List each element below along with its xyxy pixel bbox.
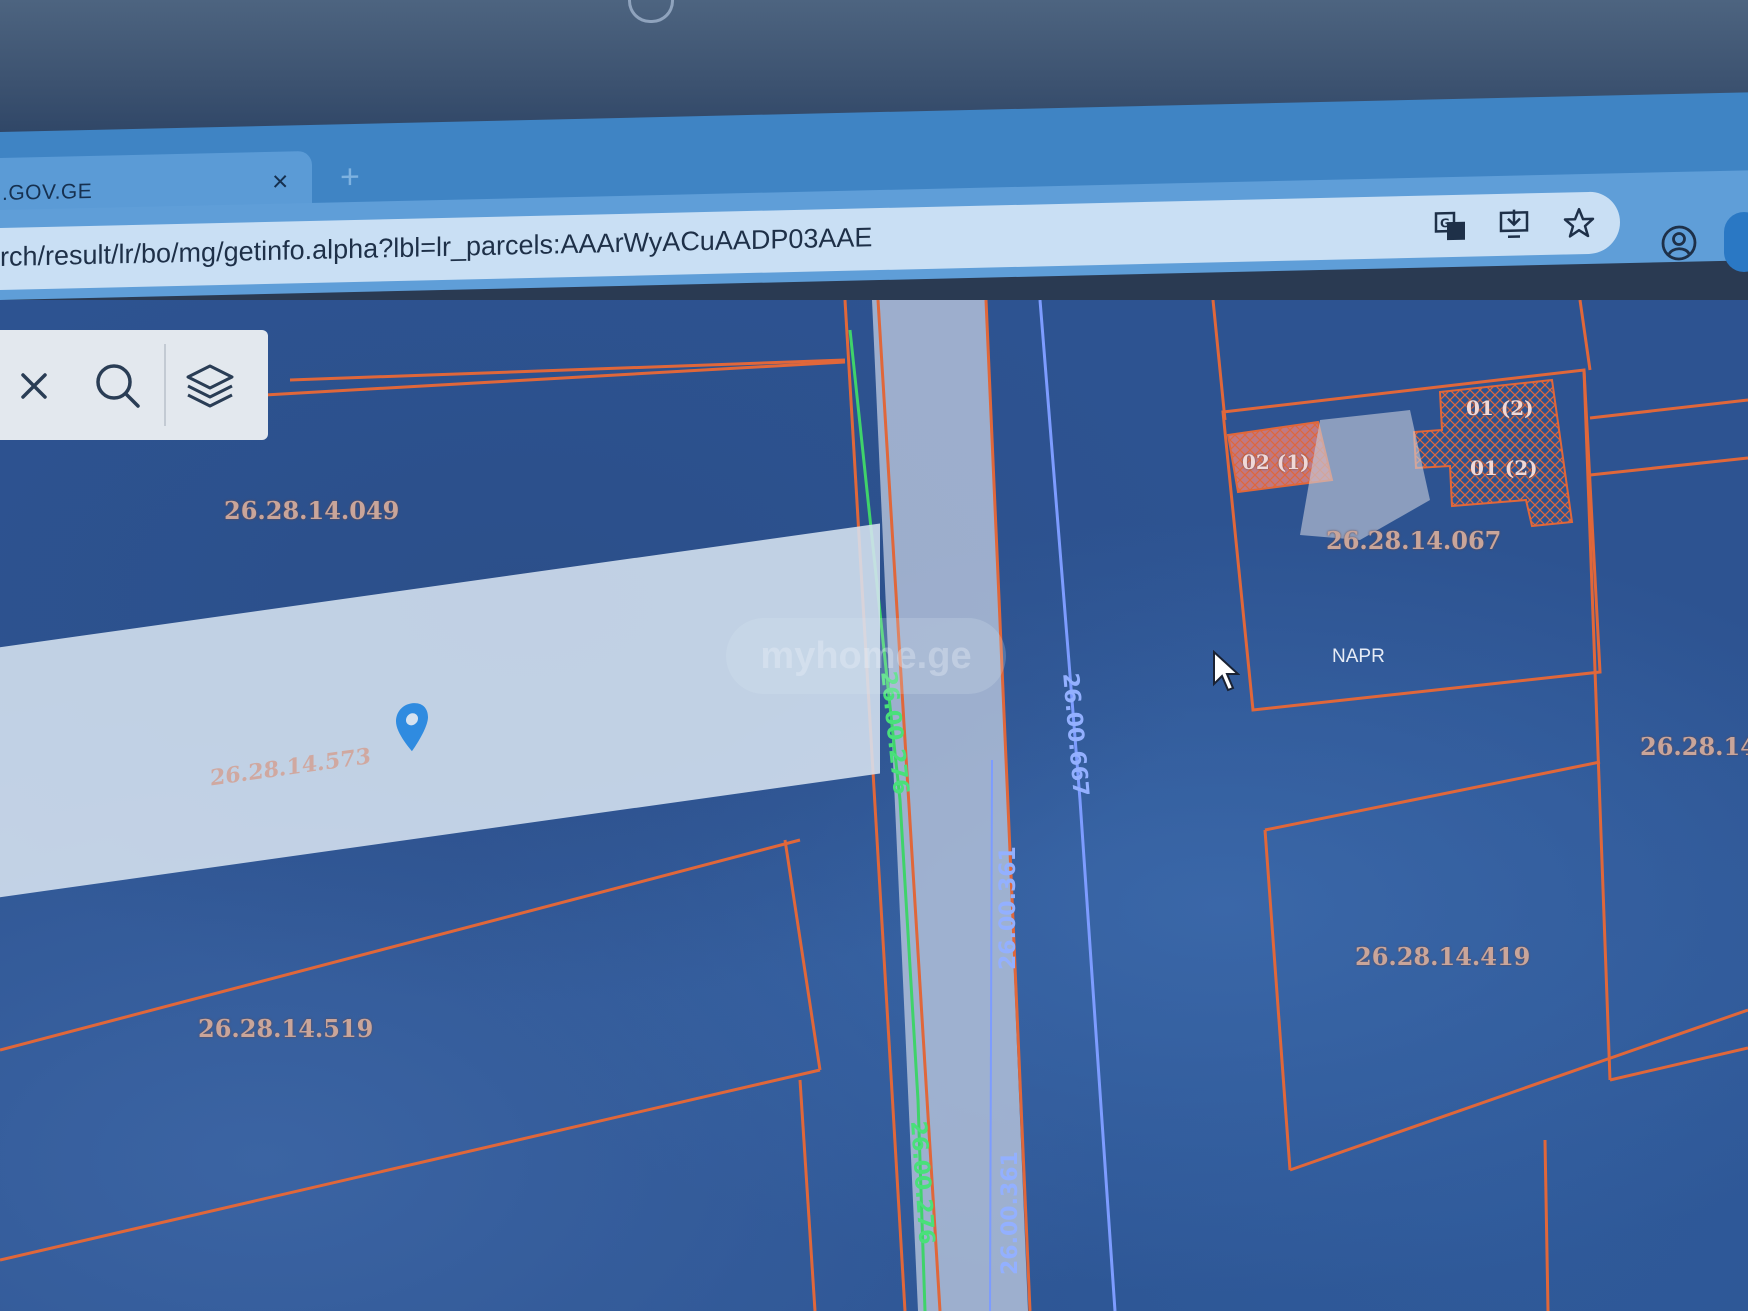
- translate-icon[interactable]: G: [1434, 209, 1468, 244]
- parcel-border: [1264, 760, 1601, 832]
- webcam: [628, 0, 674, 23]
- cadastral-map[interactable]: 26.28.14.049 26.28.14.067 26.28.14.519 2…: [0, 300, 1748, 1311]
- parcel-border: [1543, 1139, 1550, 1311]
- parcel-border: [1211, 300, 1227, 421]
- parcel-border: [1589, 398, 1748, 420]
- parcel-border: [1578, 300, 1592, 371]
- search-icon[interactable]: [92, 360, 144, 412]
- parcel-border: [1582, 369, 1612, 1081]
- profile-icon[interactable]: [1660, 224, 1698, 263]
- building-label-02: 02 (1): [1242, 450, 1310, 474]
- popup-parcel-code: 26.28.14.573: [210, 743, 371, 792]
- building-label-01a: 01 (2): [1466, 396, 1534, 420]
- parcel-border: [798, 1079, 817, 1311]
- parcel-border: [0, 1068, 821, 1262]
- tab-close-icon[interactable]: ×: [272, 165, 288, 197]
- parcel-border: [1289, 1008, 1748, 1172]
- building-label-01b: 01 (2): [1470, 456, 1538, 480]
- parcel-border: [783, 839, 822, 1071]
- watermark: myhome.ge: [726, 618, 1006, 694]
- owner-label: NAPR: [1332, 646, 1385, 667]
- map-control-bar: [0, 330, 268, 440]
- road-label-361a: 26.00.361: [996, 846, 1021, 970]
- layers-icon[interactable]: [184, 360, 236, 412]
- parcel-label-067[interactable]: 26.28.14.067: [1326, 526, 1501, 555]
- parcel-label-049[interactable]: 26.28.14.049: [224, 496, 399, 525]
- parcel-label-519[interactable]: 26.28.14.519: [198, 1014, 373, 1043]
- new-tab-button[interactable]: +: [340, 158, 360, 197]
- star-bookmark-icon[interactable]: [1562, 206, 1596, 241]
- close-icon[interactable]: [8, 360, 60, 412]
- road-label-361b: 26.00.361: [998, 1151, 1023, 1275]
- url-text[interactable]: rch/result/lr/bo/mg/getinfo.alpha?lbl=lr…: [0, 222, 872, 273]
- tab-title: .GOV.GE: [2, 179, 93, 205]
- parcel-border: [1609, 1046, 1748, 1082]
- location-pin-icon[interactable]: [393, 699, 431, 756]
- parcel-border: [1263, 829, 1292, 1171]
- parcel-border: [1589, 456, 1748, 477]
- parcel-label-419[interactable]: 26.28.14.419: [1355, 942, 1530, 971]
- road-line-blue: [1038, 300, 1117, 1311]
- install-app-icon[interactable]: [1498, 207, 1532, 242]
- mouse-cursor-icon: [1213, 650, 1240, 692]
- svg-text:G: G: [1440, 216, 1450, 230]
- control-separator: [164, 344, 166, 426]
- browser-menu-button[interactable]: [1724, 212, 1748, 272]
- parcel-label-edge[interactable]: 26.28.14: [1640, 732, 1748, 761]
